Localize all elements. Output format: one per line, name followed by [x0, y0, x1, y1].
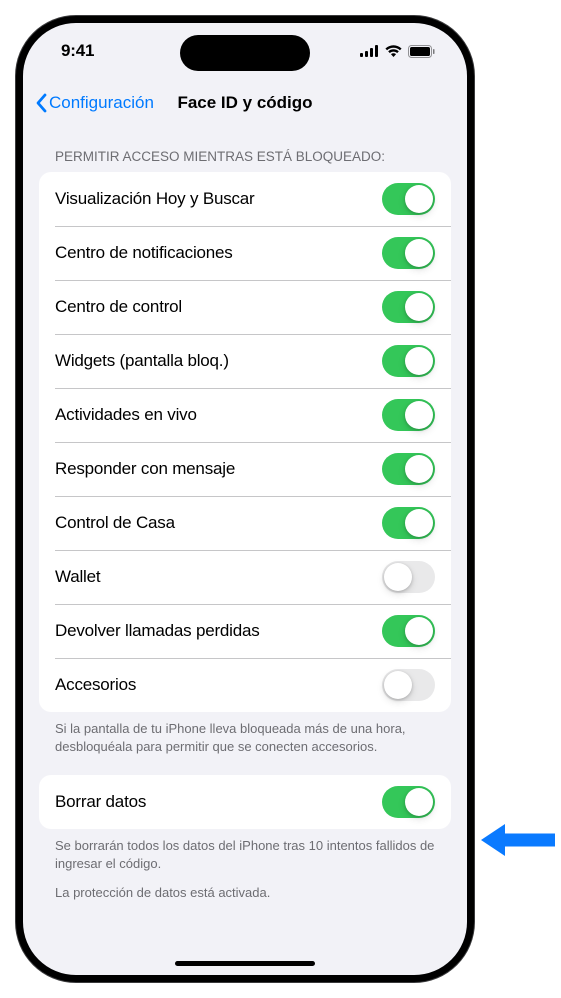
arrow-left-icon [481, 823, 555, 857]
navigation-bar: Configuración Face ID y código [23, 79, 467, 127]
status-time: 9:41 [61, 41, 94, 61]
row-accessories: Accesorios [39, 658, 451, 712]
cellular-signal-icon [360, 45, 379, 57]
row-label: Visualización Hoy y Buscar [55, 189, 255, 209]
row-label: Devolver llamadas perdidas [55, 621, 260, 641]
row-control-center: Centro de control [39, 280, 451, 334]
row-erase-data: Borrar datos [39, 775, 451, 829]
section-footer-accessories: Si la pantalla de tu iPhone lleva bloque… [39, 712, 451, 757]
toggle-today-search[interactable] [382, 183, 435, 215]
row-label: Centro de control [55, 297, 182, 317]
section-footer-protection: La protección de datos está activada. [39, 874, 451, 904]
section-footer-erase: Se borrarán todos los datos del iPhone t… [39, 829, 451, 874]
page-title: Face ID y código [177, 93, 312, 113]
row-label: Accesorios [55, 675, 136, 695]
erase-data-list: Borrar datos [39, 775, 451, 829]
toggle-control-center[interactable] [382, 291, 435, 323]
phone-frame: 9:41 Configuración Face ID y código PERM… [16, 16, 474, 982]
toggle-return-calls[interactable] [382, 615, 435, 647]
settings-content: PERMITIR ACCESO MIENTRAS ESTÁ BLOQUEADO:… [23, 127, 467, 975]
toggle-reply-message[interactable] [382, 453, 435, 485]
allow-access-list: Visualización Hoy y Buscar Centro de not… [39, 172, 451, 712]
row-widgets: Widgets (pantalla bloq.) [39, 334, 451, 388]
row-today-search: Visualización Hoy y Buscar [39, 172, 451, 226]
row-label: Wallet [55, 567, 100, 587]
back-button[interactable]: Configuración [35, 93, 154, 113]
row-notification-center: Centro de notificaciones [39, 226, 451, 280]
toggle-live-activities[interactable] [382, 399, 435, 431]
toggle-notification-center[interactable] [382, 237, 435, 269]
row-reply-message: Responder con mensaje [39, 442, 451, 496]
toggle-erase-data[interactable] [382, 786, 435, 818]
dynamic-island [180, 35, 310, 71]
row-label: Responder con mensaje [55, 459, 235, 479]
toggle-accessories[interactable] [382, 669, 435, 701]
battery-icon [408, 45, 435, 58]
row-label: Actividades en vivo [55, 405, 197, 425]
row-home-control: Control de Casa [39, 496, 451, 550]
wifi-icon [385, 45, 402, 57]
status-icons [360, 45, 435, 58]
row-label: Widgets (pantalla bloq.) [55, 351, 229, 371]
toggle-home-control[interactable] [382, 507, 435, 539]
callout-arrow [481, 823, 555, 857]
toggle-wallet[interactable] [382, 561, 435, 593]
row-return-calls: Devolver llamadas perdidas [39, 604, 451, 658]
row-wallet: Wallet [39, 550, 451, 604]
row-label: Centro de notificaciones [55, 243, 233, 263]
home-indicator[interactable] [175, 961, 315, 966]
row-label: Control de Casa [55, 513, 175, 533]
section-header-allow-access: PERMITIR ACCESO MIENTRAS ESTÁ BLOQUEADO: [39, 127, 451, 172]
toggle-widgets[interactable] [382, 345, 435, 377]
row-label: Borrar datos [55, 792, 146, 812]
chevron-left-icon [35, 93, 47, 113]
phone-screen: 9:41 Configuración Face ID y código PERM… [23, 23, 467, 975]
row-live-activities: Actividades en vivo [39, 388, 451, 442]
back-label: Configuración [49, 93, 154, 113]
